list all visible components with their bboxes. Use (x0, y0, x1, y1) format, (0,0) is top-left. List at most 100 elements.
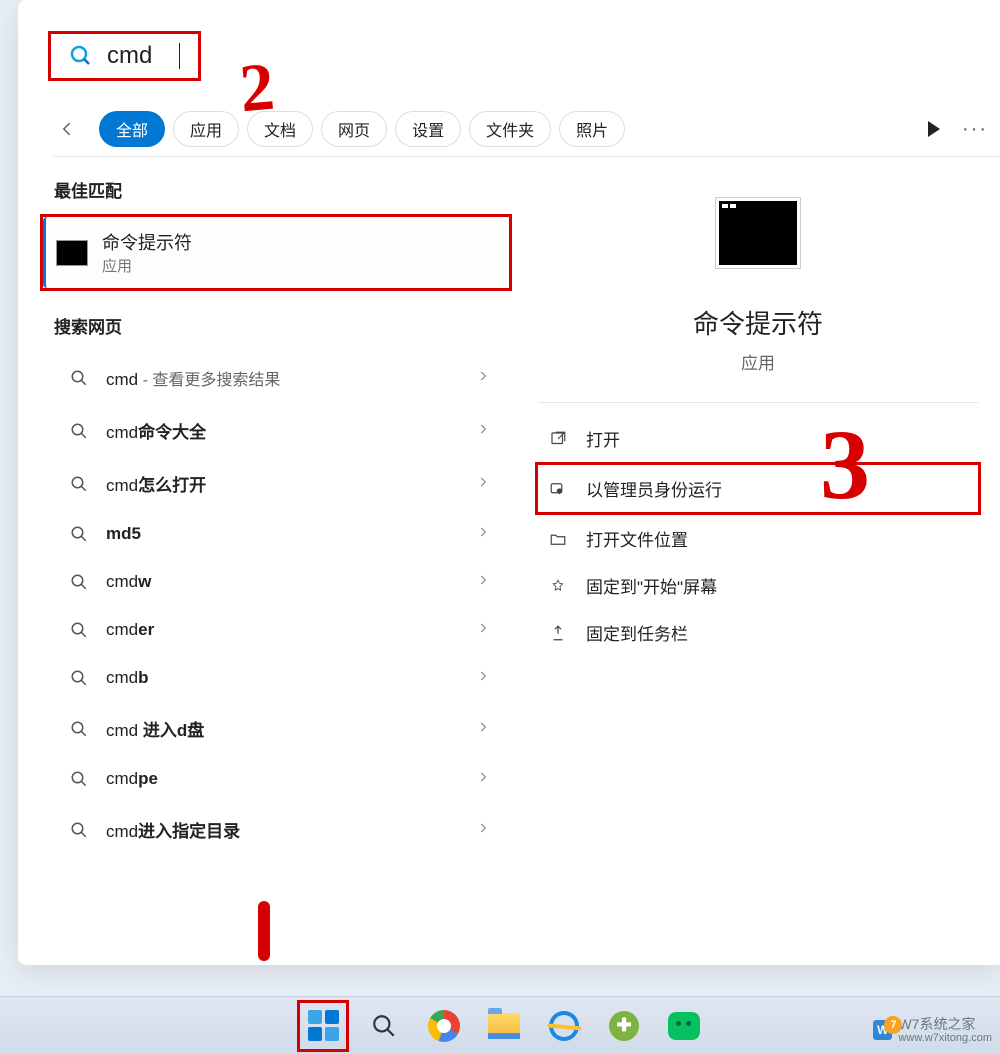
web-result-label: cmd进入指定目录 (106, 817, 240, 842)
chevron-right-icon (476, 620, 490, 640)
chevron-right-icon (476, 421, 490, 441)
pin-icon (548, 576, 568, 596)
web-result-label: cmdb (106, 668, 149, 688)
taskbar-chrome[interactable] (425, 1007, 463, 1045)
filter-apps[interactable]: 应用 (173, 111, 239, 147)
web-result-label: cmd 进入d盘 (106, 716, 204, 741)
web-result-item[interactable]: cmdpe (54, 755, 498, 803)
web-result-item[interactable]: cmdw (54, 558, 498, 606)
taskbar-wechat[interactable] (665, 1007, 703, 1045)
chevron-right-icon (476, 769, 490, 789)
watermark: W 7 W7系统之家 www.w7xitong.com (873, 1017, 992, 1044)
chevron-right-icon (476, 474, 490, 494)
search-bar: cmd 2 (48, 30, 1000, 82)
web-result-label: cmd - 查看更多搜索结果 (106, 366, 280, 390)
filter-settings[interactable]: 设置 (395, 111, 461, 147)
web-results-list: cmd - 查看更多搜索结果 cmd命令大全 cmd怎么打开 md5 cmdw cmder… (54, 352, 498, 856)
web-result-item[interactable]: cmdb (54, 654, 498, 702)
detail-column: 命令提示符 应用 打开 以管理员身份运行 (516, 157, 1000, 965)
search-icon (70, 573, 88, 591)
search-icon (69, 44, 93, 68)
web-result-item[interactable]: cmd 进入d盘 (54, 702, 498, 755)
watermark-url: www.w7xitong.com (898, 1032, 992, 1044)
search-input[interactable]: cmd (107, 42, 167, 70)
divider (538, 402, 978, 403)
back-button[interactable] (53, 114, 83, 144)
filter-docs[interactable]: 文档 (247, 111, 313, 147)
play-icon[interactable] (928, 121, 940, 137)
annotation-box-3: 以管理员身份运行 (535, 462, 981, 515)
web-result-item[interactable]: cmd进入指定目录 (54, 803, 498, 856)
search-icon (70, 422, 88, 440)
detail-subtitle: 应用 (516, 349, 1000, 374)
action-pin-start-label: 固定到"开始"屏幕 (586, 573, 717, 598)
search-icon (70, 720, 88, 738)
search-icon (70, 821, 88, 839)
action-open-location[interactable]: 打开文件位置 (538, 515, 978, 562)
search-icon (70, 621, 88, 639)
watermark-title: W7系统之家 (898, 1017, 992, 1032)
web-result-item[interactable]: cmd - 查看更多搜索结果 (54, 352, 498, 404)
filter-all[interactable]: 全部 (99, 111, 165, 147)
detail-title: 命令提示符 (516, 304, 1000, 341)
filter-photos[interactable]: 照片 (559, 111, 625, 147)
watermark-badge: W 7 (873, 1020, 892, 1040)
detail-app-icon (715, 197, 801, 269)
taskbar-ie[interactable] (545, 1007, 583, 1045)
filter-row: 全部 应用 文档 网页 设置 文件夹 照片 ··· (53, 102, 1000, 157)
folder-icon (548, 529, 568, 549)
best-match-result[interactable]: 命令提示符 应用 (43, 217, 509, 288)
web-result-item[interactable]: md5 (54, 510, 498, 558)
web-result-label: md5 (106, 524, 141, 544)
best-match-subtitle: 应用 (102, 255, 192, 276)
security-app-icon: ✚ (609, 1011, 639, 1041)
taskbar-explorer[interactable] (485, 1007, 523, 1045)
best-match-title: 命令提示符 (102, 229, 192, 255)
search-icon (70, 525, 88, 543)
web-result-item[interactable]: cmd命令大全 (54, 404, 498, 457)
search-panel: cmd 2 全部 应用 文档 网页 设置 文件夹 照片 ··· 最佳匹配 命令提… (18, 0, 1000, 965)
ie-icon (546, 1007, 583, 1044)
chevron-right-icon (476, 719, 490, 739)
web-results-header: 搜索网页 (54, 313, 498, 338)
detail-header: 命令提示符 应用 (516, 197, 1000, 374)
results-column: 最佳匹配 命令提示符 应用 搜索网页 cmd - 查看更多搜索结果 cmd命令大全… (18, 157, 516, 965)
annotation-number-1 (258, 901, 270, 961)
annotation-box-1 (297, 1000, 349, 1052)
more-icon[interactable]: ··· (962, 118, 988, 141)
web-result-item[interactable]: cmd怎么打开 (54, 457, 498, 510)
best-match-header: 最佳匹配 (54, 177, 498, 202)
taskbar-360[interactable]: ✚ (605, 1007, 643, 1045)
web-result-item[interactable]: cmder (54, 606, 498, 654)
search-icon (70, 770, 88, 788)
action-open[interactable]: 打开 (538, 415, 978, 462)
shield-icon (548, 479, 568, 499)
action-pin-taskbar[interactable]: 固定到任务栏 (538, 609, 978, 656)
taskbar-search-button[interactable] (365, 1007, 403, 1045)
web-result-label: cmd怎么打开 (106, 471, 206, 496)
filter-web[interactable]: 网页 (321, 111, 387, 147)
action-pin-taskbar-label: 固定到任务栏 (586, 620, 688, 645)
filter-folders[interactable]: 文件夹 (469, 111, 551, 147)
search-icon (70, 669, 88, 687)
web-result-label: cmder (106, 620, 154, 640)
action-run-as-admin[interactable]: 以管理员身份运行 (538, 465, 978, 512)
taskbar: ✚ (0, 996, 1000, 1054)
chevron-right-icon (476, 820, 490, 840)
start-button[interactable] (304, 1007, 342, 1045)
chevron-right-icon (476, 368, 490, 388)
chevron-right-icon (476, 668, 490, 688)
content-area: 最佳匹配 命令提示符 应用 搜索网页 cmd - 查看更多搜索结果 cmd命令大全… (18, 157, 1000, 965)
chevron-right-icon (476, 572, 490, 592)
web-result-label: cmdw (106, 572, 151, 592)
action-open-label: 打开 (586, 426, 620, 451)
action-open-location-label: 打开文件位置 (586, 526, 688, 551)
pin-taskbar-icon (548, 623, 568, 643)
search-icon (70, 369, 88, 387)
action-pin-start[interactable]: 固定到"开始"屏幕 (538, 562, 978, 609)
cmd-app-icon (56, 240, 88, 266)
web-result-label: cmdpe (106, 769, 158, 789)
annotation-box-best-match: 命令提示符 应用 (40, 214, 512, 291)
file-explorer-icon (488, 1013, 520, 1039)
windows-logo-icon (308, 1010, 339, 1041)
